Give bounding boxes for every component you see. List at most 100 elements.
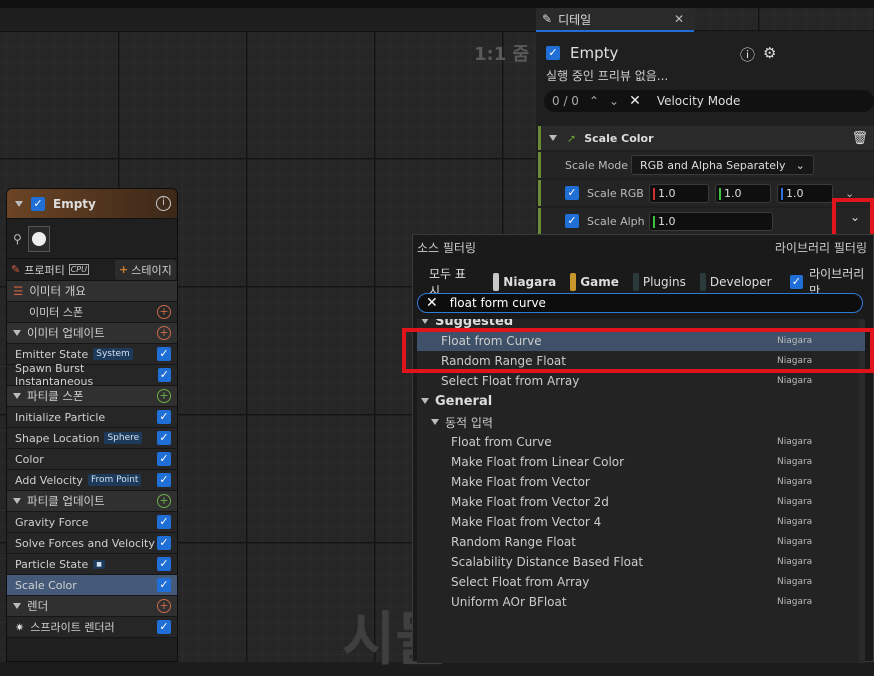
library-filter-label: 라이브러리 필터링 [774, 241, 867, 255]
collapse-arrow-icon[interactable] [13, 393, 21, 399]
info-icon[interactable]: ⓘ [740, 44, 755, 65]
add-module-icon[interactable]: + [157, 389, 171, 403]
item-source: Niagara [777, 557, 813, 567]
person-icon: ⚲ [13, 231, 22, 246]
collapse-arrow-icon[interactable] [13, 603, 21, 609]
library-only-checkbox[interactable]: ✓ [789, 275, 804, 289]
general-item[interactable]: Select Float from Array Niagara [417, 572, 865, 592]
close-icon[interactable]: ✕ [674, 12, 684, 26]
emitter-row[interactable]: ✷ 스프라이트 렌더러 ✓ [7, 617, 177, 638]
emitter-row[interactable]: ☰ 이미터 개요 [7, 281, 177, 302]
scale-alpha-field[interactable]: 1.0 [649, 211, 773, 231]
scale-rgb-b-field[interactable]: 1.0 [777, 183, 833, 203]
general-item[interactable]: Uniform AOr BFloat Niagara [417, 592, 865, 612]
source-chip[interactable]: Plugins [629, 271, 690, 293]
properties-tab[interactable]: ✎ 프로퍼티 CPU [11, 262, 111, 278]
add-module-icon[interactable]: + [157, 599, 171, 613]
module-enabled-checkbox[interactable]: ✓ [157, 473, 171, 487]
collapse-arrow-icon[interactable] [15, 200, 23, 207]
source-chip[interactable]: Game [566, 271, 623, 293]
details-enabled-checkbox[interactable]: ✓ [546, 46, 560, 60]
clear-icon[interactable]: ✕ [629, 93, 641, 109]
emitter-row[interactable]: 파티클 스폰 + [7, 386, 177, 407]
emitter-row[interactable]: 파티클 업데이트 + [7, 491, 177, 512]
popup-search-value[interactable]: float form curve [450, 296, 546, 310]
emitter-row[interactable]: Spawn Burst Instantaneous ✓ [7, 362, 177, 388]
add-stage-label: 스테이지 [131, 263, 172, 277]
general-item[interactable]: Float from Curve Niagara [417, 432, 865, 452]
general-item[interactable]: Scalability Distance Based Float Niagara [417, 552, 865, 572]
add-stage-button[interactable]: + 스테이지 [115, 259, 176, 280]
add-module-icon[interactable]: + [157, 326, 171, 340]
emitter-row[interactable]: 이미터 업데이트 + [7, 323, 177, 344]
source-chip[interactable]: Niagara [489, 271, 560, 293]
module-enabled-checkbox[interactable]: ✓ [157, 515, 171, 529]
add-module-icon[interactable]: + [157, 305, 171, 319]
tab-details[interactable]: ✎ 디테일 ✕ [536, 8, 694, 32]
add-module-icon[interactable]: + [157, 494, 171, 508]
scale-mode-dropdown[interactable]: RGB and Alpha Separately ⌄ [631, 155, 814, 175]
collapse-arrow-icon[interactable] [549, 135, 557, 141]
general-item[interactable]: Make Float from Vector Niagara [417, 472, 865, 492]
scale-rgb-checkbox[interactable]: ✓ [565, 186, 579, 200]
item-label: Random Range Float [451, 535, 576, 549]
emitter-row[interactable]: 렌더 + [7, 596, 177, 617]
module-enabled-checkbox[interactable]: ✓ [157, 536, 171, 550]
info-icon[interactable]: i [156, 196, 171, 211]
emitter-header[interactable]: ✓ Empty i [7, 189, 177, 219]
emitter-enabled-checkbox[interactable]: ✓ [31, 196, 45, 211]
module-enabled-checkbox[interactable]: ✓ [157, 431, 171, 445]
module-title: Scale Color [584, 131, 654, 145]
emitter-node[interactable]: ✓ Empty i ⚲ ✎ 프로퍼티 CPU + 스테이지 ☰ 이미터 개요 이미터… [6, 188, 178, 662]
general-item[interactable]: Make Float from Linear Color Niagara [417, 452, 865, 472]
emitter-thumbnail[interactable] [27, 225, 50, 252]
emitter-row[interactable]: Initialize Particle ✓ [7, 407, 177, 428]
details-search[interactable]: 0 / 0 ⌃ ⌄ ✕ Velocity Mode [544, 90, 874, 112]
module-enabled-checkbox[interactable]: ✓ [157, 452, 171, 466]
emitter-tabs: ✎ 프로퍼티 CPU + 스테이지 [7, 259, 177, 281]
general-item[interactable]: Random Range Float Niagara [417, 532, 865, 552]
module-header[interactable]: ➚ Scale Color 🗑 [538, 126, 874, 150]
module-enabled-checkbox[interactable]: ✓ [157, 578, 171, 592]
scale-alpha-checkbox[interactable]: ✓ [565, 214, 579, 228]
chevron-down-icon[interactable]: ⌄ [609, 94, 619, 108]
gear-icon[interactable]: ⚙ [763, 44, 776, 65]
general-item[interactable]: Make Float from Vector 4 Niagara [417, 512, 865, 532]
emitter-row-label: Emitter State [15, 347, 89, 361]
scale-rgb-g-field[interactable]: 1.0 [715, 183, 771, 203]
module-enabled-checkbox[interactable]: ✓ [157, 620, 171, 634]
trash-icon[interactable]: 🗑 [851, 131, 868, 146]
module-enabled-checkbox[interactable]: ✓ [157, 557, 171, 571]
module-enabled-checkbox[interactable]: ✓ [157, 368, 171, 382]
module-enabled-checkbox[interactable]: ✓ [157, 347, 171, 361]
search-input[interactable]: Velocity Mode [657, 94, 741, 108]
chevron-up-icon[interactable]: ⌃ [589, 94, 599, 108]
suggested-item[interactable]: Select Float from Array Niagara [417, 371, 865, 391]
emitter-row[interactable]: 이미터 스폰 + [7, 302, 177, 323]
collapse-arrow-icon[interactable] [431, 419, 439, 425]
collapse-arrow-icon[interactable] [13, 330, 21, 336]
collapse-arrow-icon[interactable] [421, 319, 429, 324]
module-enabled-checkbox[interactable]: ✓ [157, 410, 171, 424]
category-dynamic-input[interactable]: 동적 입력 [417, 412, 865, 432]
emitter-row[interactable]: Gravity Force ✓ [7, 512, 177, 533]
emitter-row[interactable]: Add Velocity From Point ✓ [7, 470, 177, 491]
emitter-row-label: Scale Color [15, 578, 77, 592]
collapse-arrow-icon[interactable] [13, 498, 21, 504]
category-general[interactable]: General [417, 391, 865, 411]
emitter-row[interactable]: Shape Location Sphere ✓ [7, 428, 177, 449]
chip-label: Plugins [642, 275, 686, 289]
emitter-row[interactable]: Solve Forces and Velocity ✓ [7, 533, 177, 554]
close-icon[interactable]: ✕ [426, 295, 438, 311]
emitter-row[interactable]: Particle State ■ ✓ [7, 554, 177, 575]
popup-search-input[interactable]: ✕ float form curve [417, 293, 863, 313]
emitter-row[interactable]: Scale Color ✓ [7, 575, 177, 596]
scale-rgb-r-field[interactable]: 1.0 [649, 183, 709, 203]
scale-alpha-row: ✓ Scale Alph 1.0 [538, 208, 874, 234]
emitter-row[interactable]: Color ✓ [7, 449, 177, 470]
general-item[interactable]: Make Float from Vector 2d Niagara [417, 492, 865, 512]
chip-color-bar [570, 273, 577, 291]
source-chip[interactable]: Developer [696, 271, 776, 293]
sprite-icon: ✷ [15, 620, 25, 634]
collapse-arrow-icon[interactable] [421, 398, 429, 404]
